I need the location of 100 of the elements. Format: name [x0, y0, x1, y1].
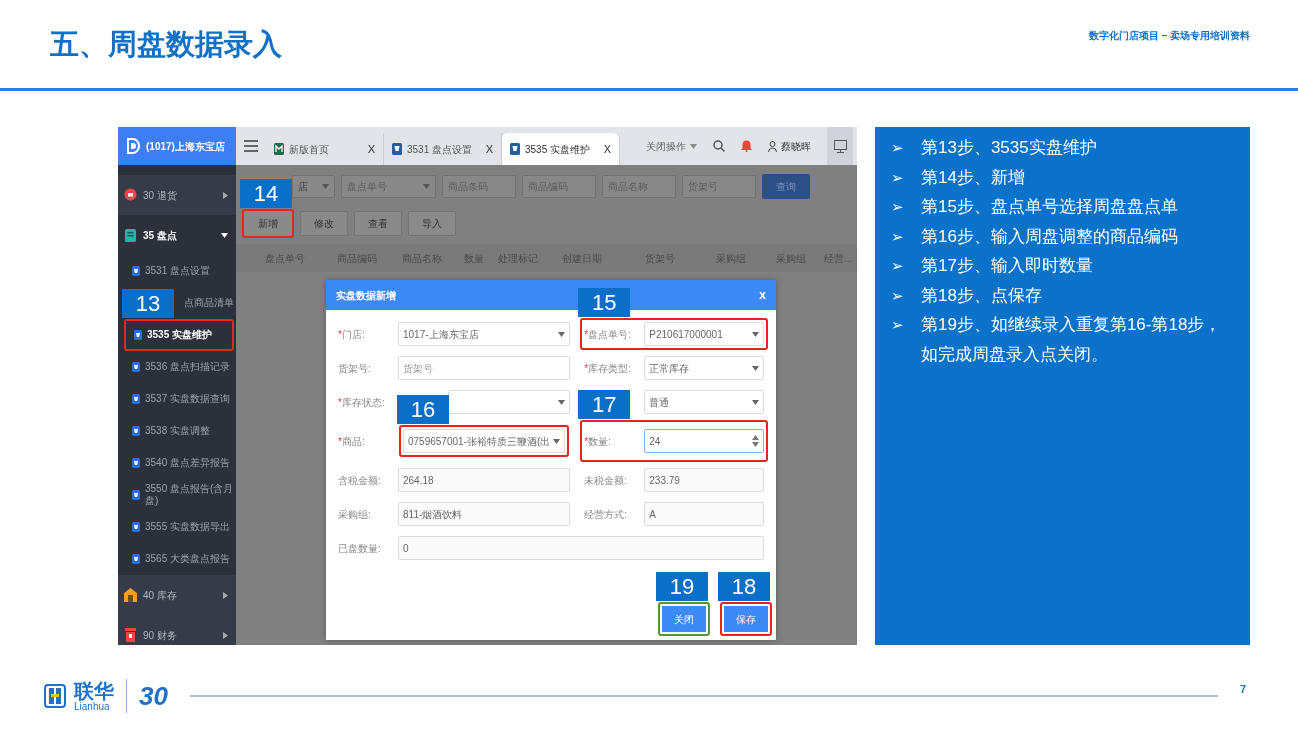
- field-label: *门店:: [338, 327, 366, 342]
- tab-label: 3535 实盘维护: [525, 142, 591, 157]
- step-text: 第17步、输入即时数量: [921, 255, 1093, 277]
- step-number-badge: 14: [240, 179, 292, 208]
- sidebar-group[interactable]: 30 退货: [118, 175, 236, 215]
- brand-logo-icon: [44, 684, 66, 708]
- sidebar-item[interactable]: 3535 实盘维护: [126, 321, 232, 349]
- store-logo-icon: [126, 138, 140, 154]
- field-label: 未税金额:: [584, 473, 629, 488]
- input-field: 233.79: [644, 468, 764, 492]
- step-text: 第13步、3535实盘维护: [921, 137, 1097, 159]
- select-field[interactable]: 1017-上海东宝店: [398, 322, 571, 346]
- select-field[interactable]: 店: [292, 175, 335, 198]
- action-button[interactable]: 导入: [408, 211, 456, 236]
- sidebar-group[interactable]: 90 财务: [118, 615, 236, 645]
- caret-icon: [223, 591, 228, 599]
- select-field[interactable]: 普通: [644, 390, 764, 414]
- select-field[interactable]: 正常库存: [644, 356, 764, 380]
- input-field: 0: [398, 536, 764, 560]
- caret-icon: [752, 365, 759, 371]
- step-text: 第14步、新增: [921, 166, 1025, 189]
- anniversary-logo: 30: [139, 679, 168, 713]
- sidebar-item[interactable]: 3536 盘点扫描记录: [118, 351, 236, 383]
- field-label: 货架号:: [338, 361, 372, 376]
- spinner-icon[interactable]: [752, 435, 759, 447]
- cup-tile-icon: [392, 143, 402, 155]
- action-button[interactable]: 修改: [300, 211, 348, 236]
- bullet-marker: ➢: [891, 285, 905, 306]
- bullet-marker: ➢: [891, 197, 905, 217]
- caret-icon: [553, 438, 561, 444]
- cup-icon: [132, 554, 140, 564]
- field-label: *数量:: [584, 434, 612, 449]
- close-button[interactable]: X: [367, 140, 375, 158]
- field-label: 已盘数量:: [338, 541, 382, 556]
- select-field[interactable]: 0759657001-张裕特质三鞭酒(出: [403, 429, 566, 453]
- caret-icon: [752, 331, 759, 337]
- step-number-badge: 18: [718, 572, 770, 601]
- cup-tile-icon: [510, 143, 520, 155]
- close-button[interactable]: X: [485, 140, 493, 158]
- step-text: 第19步、如继续录入重复第16-第18步，如完成周盘录入点关闭。: [921, 314, 1223, 366]
- tab-label: 3531 盘点设置: [407, 142, 473, 157]
- select-field[interactable]: P210617000001: [644, 322, 764, 346]
- user-menu[interactable]: 蔡晓晖: [768, 138, 811, 154]
- cup-icon: [132, 266, 140, 276]
- caret-icon: [223, 191, 228, 199]
- field-label: 含税金额:: [338, 473, 382, 488]
- close-menu[interactable]: 关闭操作: [646, 138, 697, 154]
- sidebar-item[interactable]: 3537 实盘数据查询: [118, 383, 236, 415]
- field-label: *盘点单号:: [584, 327, 632, 342]
- caret-icon: [558, 399, 566, 405]
- caret-icon: [690, 143, 697, 149]
- sidebar-item[interactable]: 3531 盘点设置: [118, 255, 236, 287]
- step-number-badge: 15: [578, 288, 631, 317]
- box-icon: [124, 628, 137, 642]
- step-text: 第18步、点保存: [921, 284, 1042, 307]
- sidebar-item[interactable]: 3565 大类盘点报告: [118, 543, 236, 575]
- number-field[interactable]: 24: [644, 429, 764, 453]
- action-button[interactable]: 新增: [244, 211, 292, 236]
- caret-icon: [423, 184, 430, 189]
- sidebar-item[interactable]: 3540 盘点差异报告: [118, 447, 236, 479]
- cup-icon: [132, 426, 140, 436]
- circle-icon: [124, 188, 137, 202]
- monitor-icon[interactable]: [833, 139, 847, 153]
- sidebar-group[interactable]: 40 库存: [118, 575, 236, 615]
- caret-icon: [322, 184, 329, 189]
- sidebar-item[interactable]: 3538 实盘调整: [118, 415, 236, 447]
- cup-icon: [132, 394, 140, 404]
- tab[interactable]: 新版首页 X: [266, 133, 384, 165]
- dialog-button[interactable]: 关闭: [662, 606, 706, 632]
- store-name: (1017)上海东宝店: [146, 139, 225, 154]
- close-button[interactable]: x: [759, 286, 766, 304]
- field-label: 采购组:: [338, 507, 372, 522]
- tab[interactable]: 3535 实盘维护 X: [502, 133, 620, 165]
- bell-icon[interactable]: [741, 140, 752, 152]
- input-field: 264.18: [398, 468, 571, 492]
- select-field[interactable]: [448, 390, 571, 414]
- sidebar-item[interactable]: 3555 实盘数据导出: [118, 511, 236, 543]
- cup-icon: [132, 490, 140, 500]
- close-button[interactable]: X: [603, 140, 611, 158]
- slide-subtitle: 数字化门店项目 – 卖场专用培训资料: [1088, 28, 1250, 43]
- caret-icon: [558, 331, 566, 337]
- action-button[interactable]: 查看: [354, 211, 402, 236]
- search-icon[interactable]: [713, 140, 725, 152]
- sidebar-item[interactable]: 点商品清单: [182, 287, 236, 319]
- dialog-title: 实盘数据新增: [336, 288, 396, 303]
- bullet-marker: ➢: [891, 256, 905, 276]
- field-label: *库存状态:: [338, 395, 386, 410]
- dialog-button[interactable]: 保存: [724, 606, 768, 632]
- step-number-badge: 19: [656, 572, 708, 601]
- app-tile-icon: [274, 143, 284, 155]
- caret-icon: [752, 399, 759, 405]
- page-number: 7: [1239, 681, 1246, 697]
- bullet-marker: ➢: [891, 315, 905, 335]
- bullet-marker: ➢: [891, 167, 905, 188]
- sidebar-item[interactable]: 3550 盘点报告(含月盘): [118, 479, 236, 511]
- menu-icon[interactable]: [244, 140, 258, 152]
- step-number-badge: 17: [578, 390, 631, 419]
- step-number-badge: 13: [122, 289, 174, 318]
- input-field[interactable]: 货架号: [398, 356, 571, 380]
- field-label: 经营方式:: [584, 507, 629, 522]
